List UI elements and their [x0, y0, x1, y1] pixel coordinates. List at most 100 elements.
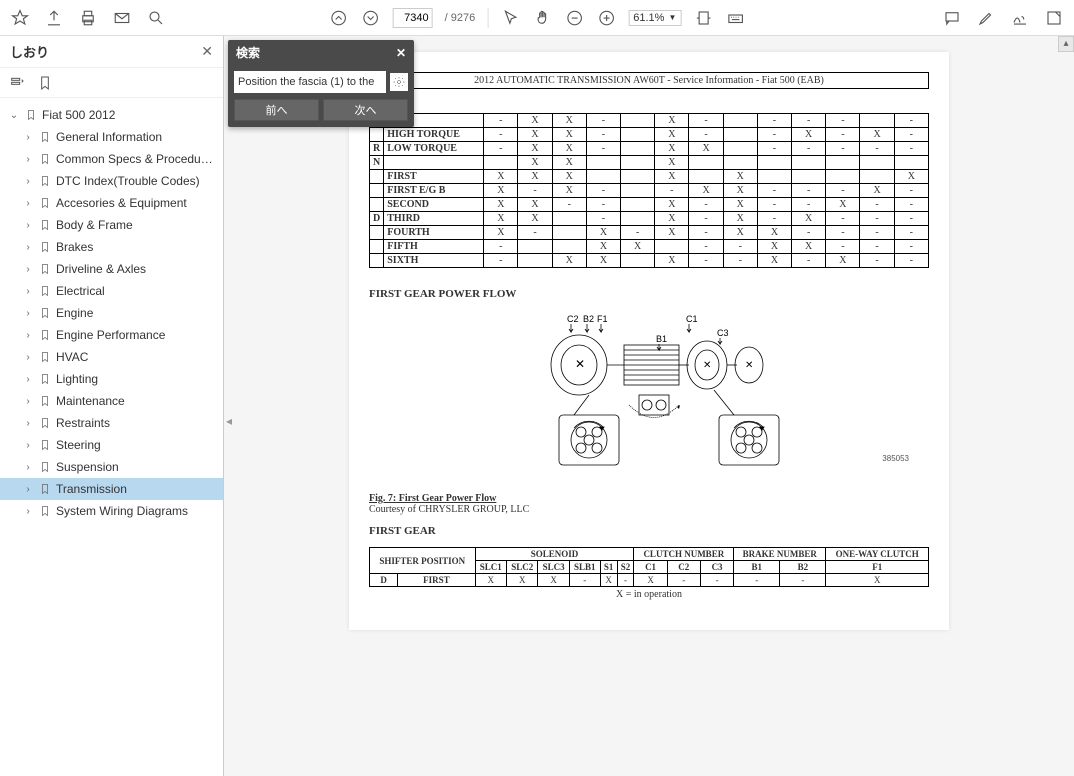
chevron-right-icon[interactable]: ›: [22, 440, 34, 451]
section-heading: FIRST GEAR: [369, 525, 929, 537]
sidebar-item[interactable]: ›Lighting: [0, 368, 223, 390]
chevron-right-icon[interactable]: ›: [22, 484, 34, 495]
sidebar-item[interactable]: ›Suspension: [0, 456, 223, 478]
bookmarks-sidebar: しおり ✕ ⌄ Fiat 500 2012 ›General Informati…: [0, 36, 224, 776]
chevron-right-icon[interactable]: ›: [22, 220, 34, 231]
chevron-right-icon[interactable]: ›: [22, 286, 34, 297]
scroll-up-icon[interactable]: ▴: [1058, 36, 1074, 52]
search-icon[interactable]: [146, 8, 166, 28]
bookmark-icon: [38, 218, 52, 232]
figure-caption-title: Fig. 7: First Gear Power Flow: [369, 493, 496, 504]
search-prev-button[interactable]: 前へ: [234, 99, 319, 121]
bookmark-icon: [38, 438, 52, 452]
sidebar-item[interactable]: ›Electrical: [0, 280, 223, 302]
sidebar-item[interactable]: ›General Information: [0, 126, 223, 148]
bookmark-root[interactable]: ⌄ Fiat 500 2012: [0, 104, 223, 126]
bookmark-tree: ⌄ Fiat 500 2012 ›General Information›Com…: [0, 98, 223, 776]
figure-number: 385053: [882, 454, 909, 463]
svg-text:C3: C3: [717, 328, 729, 338]
chevron-right-icon[interactable]: ›: [22, 242, 34, 253]
figure-7: C2 B2 F1 C1 B1 C3: [369, 310, 929, 483]
page-up-icon[interactable]: [329, 8, 349, 28]
bookmark-icon: [38, 350, 52, 364]
close-icon[interactable]: ✕: [396, 46, 406, 60]
sidebar-item[interactable]: ›System Wiring Diagrams: [0, 500, 223, 522]
bookmark-ribbon-icon[interactable]: [36, 74, 54, 92]
sidebar-item[interactable]: ›Body & Frame: [0, 214, 223, 236]
bookmark-icon: [38, 174, 52, 188]
bookmark-icon: [24, 108, 38, 122]
upload-icon[interactable]: [44, 8, 64, 28]
chevron-down-icon[interactable]: ⌄: [8, 110, 20, 121]
highlight-icon[interactable]: [976, 8, 996, 28]
chevron-right-icon[interactable]: ›: [22, 352, 34, 363]
chevron-right-icon[interactable]: ›: [22, 462, 34, 473]
bookmark-icon: [38, 482, 52, 496]
search-input[interactable]: [234, 71, 386, 93]
gear-solenoid-table: P-XX-X-----HIGH TORQUE-XX-X--X-X-RLOW TO…: [369, 113, 929, 268]
chevron-right-icon[interactable]: ›: [22, 506, 34, 517]
mail-icon[interactable]: [112, 8, 132, 28]
bookmark-icon: [38, 504, 52, 518]
sidebar-item[interactable]: ›Driveline & Axles: [0, 258, 223, 280]
outline-view-icon[interactable]: [8, 74, 26, 92]
sidebar-drag-handle[interactable]: ◂: [224, 406, 234, 436]
gear-icon[interactable]: [390, 73, 408, 91]
bookmark-icon: [38, 328, 52, 342]
table-note: X = in operation: [369, 589, 929, 600]
chevron-right-icon[interactable]: ›: [22, 396, 34, 407]
chevron-right-icon[interactable]: ›: [22, 154, 34, 165]
sidebar-item[interactable]: ›HVAC: [0, 346, 223, 368]
svg-text:✕: ✕: [745, 360, 753, 371]
svg-text:C1: C1: [686, 314, 698, 324]
chevron-right-icon[interactable]: ›: [22, 264, 34, 275]
sidebar-item[interactable]: ›Maintenance: [0, 390, 223, 412]
pointer-icon[interactable]: [500, 8, 520, 28]
document-header: 2012 AUTOMATIC TRANSMISSION AW60T - Serv…: [369, 72, 929, 89]
document-viewport[interactable]: ▴ ◂ 検索 ✕ 前へ 次へ 2012 AUTOMATIC TRANSMISSI…: [224, 36, 1074, 776]
sidebar-item[interactable]: ›Engine: [0, 302, 223, 324]
svg-text:✕: ✕: [703, 360, 711, 371]
more-icon[interactable]: [1044, 8, 1064, 28]
hand-icon[interactable]: [532, 8, 552, 28]
sidebar-item[interactable]: ›Transmission: [0, 478, 223, 500]
comment-icon[interactable]: [942, 8, 962, 28]
sidebar-item[interactable]: ›Engine Performance: [0, 324, 223, 346]
chevron-right-icon[interactable]: ›: [22, 198, 34, 209]
close-icon[interactable]: ✕: [201, 43, 213, 60]
sidebar-item[interactable]: ›Restraints: [0, 412, 223, 434]
chevron-right-icon[interactable]: ›: [22, 308, 34, 319]
zoom-out-icon[interactable]: [564, 8, 584, 28]
sign-icon[interactable]: [1010, 8, 1030, 28]
keyboard-icon[interactable]: [725, 8, 745, 28]
sidebar-item[interactable]: ›Brakes: [0, 236, 223, 258]
chevron-right-icon[interactable]: ›: [22, 418, 34, 429]
page-number-input[interactable]: [393, 8, 433, 28]
search-panel: 検索 ✕ 前へ 次へ: [228, 40, 414, 127]
bookmark-icon: [38, 394, 52, 408]
fit-width-icon[interactable]: [693, 8, 713, 28]
bookmark-icon: [38, 460, 52, 474]
chevron-right-icon[interactable]: ›: [22, 132, 34, 143]
svg-text:B1: B1: [656, 334, 667, 344]
zoom-select[interactable]: 61.1%▼: [628, 10, 681, 26]
sidebar-item[interactable]: ›Common Specs & Procedures: [0, 148, 223, 170]
chevron-right-icon[interactable]: ›: [22, 374, 34, 385]
svg-text:F1: F1: [597, 314, 608, 324]
search-next-button[interactable]: 次へ: [323, 99, 408, 121]
bookmark-icon: [38, 152, 52, 166]
bookmark-icon: [38, 262, 52, 276]
zoom-in-icon[interactable]: [596, 8, 616, 28]
chevron-right-icon[interactable]: ›: [22, 330, 34, 341]
svg-text:✕: ✕: [575, 357, 585, 371]
chevron-right-icon[interactable]: ›: [22, 176, 34, 187]
star-icon[interactable]: [10, 8, 30, 28]
sidebar-item[interactable]: ›Accesories & Equipment: [0, 192, 223, 214]
sidebar-item[interactable]: ›Steering: [0, 434, 223, 456]
figure-caption-credit: Courtesy of CHRYSLER GROUP, LLC: [369, 504, 529, 515]
print-icon[interactable]: [78, 8, 98, 28]
sidebar-item[interactable]: ›DTC Index(Trouble Codes): [0, 170, 223, 192]
page-down-icon[interactable]: [361, 8, 381, 28]
bookmark-icon: [38, 240, 52, 254]
first-gear-table: SHIFTER POSITIONSOLENOIDCLUTCH NUMBERBRA…: [369, 547, 929, 587]
